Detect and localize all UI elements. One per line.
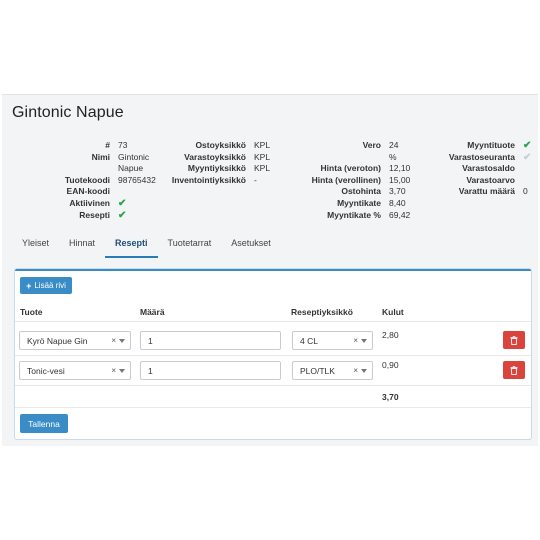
amount-input[interactable]: 1 xyxy=(140,361,281,380)
info-label: Myyntikate % xyxy=(327,209,381,220)
tab-asetukset[interactable]: Asetukset xyxy=(221,234,281,258)
product-select-value: Tonic-vesi xyxy=(27,365,65,376)
info-label: Ostoyksikkö xyxy=(195,140,246,150)
trash-icon xyxy=(510,365,518,375)
info-label: Resepti xyxy=(79,209,110,220)
chevron-down-icon[interactable] xyxy=(119,369,125,373)
clear-icon[interactable]: × xyxy=(111,336,116,345)
product-select[interactable]: Tonic-vesi × xyxy=(19,361,131,380)
info-value: Gintonic xyxy=(118,151,150,162)
clear-icon[interactable]: × xyxy=(353,366,358,375)
tab-hinnat[interactable]: Hinnat xyxy=(59,234,105,258)
info-label: Varattu määrä xyxy=(458,186,515,197)
add-row-label: Lisää rivi xyxy=(34,281,66,290)
info-label xyxy=(300,152,381,164)
info-label: Varastoseuranta xyxy=(448,151,515,162)
header-unit: Reseptiyksikkö xyxy=(291,307,353,317)
clear-icon[interactable]: × xyxy=(111,366,116,375)
info-label: Varastosaldo xyxy=(462,163,515,174)
info-label: Myyntituote xyxy=(467,140,515,150)
info-label: Tuotekoodi xyxy=(64,174,110,185)
header-amount: Määrä xyxy=(140,307,165,317)
info-value: 73 xyxy=(118,140,128,150)
check-icon: ✔ xyxy=(118,197,127,209)
info-label: # xyxy=(105,140,110,150)
check-icon: ✔ xyxy=(118,209,127,221)
chevron-down-icon[interactable] xyxy=(361,369,367,373)
tab-yleiset[interactable]: Yleiset xyxy=(12,234,59,258)
chevron-down-icon[interactable] xyxy=(119,339,125,343)
info-column-1: #73 Nimi Gintonic Napue Tuotekoodi 9876543… xyxy=(0,140,160,221)
delete-row-button[interactable] xyxy=(503,331,525,349)
info-value: KPL xyxy=(254,140,271,150)
delete-row-button[interactable] xyxy=(503,361,525,379)
info-label: Inventointiyksikkö xyxy=(171,174,246,185)
product-select-value: Kyrö Napue Gin xyxy=(27,335,88,346)
row-divider xyxy=(15,355,531,356)
tab-resepti[interactable]: Resepti xyxy=(105,234,158,258)
chevron-down-icon[interactable] xyxy=(361,339,367,343)
unit-select[interactable]: 4 CL × xyxy=(292,331,373,350)
info-label: Myyntiyksikkö xyxy=(187,163,246,174)
header-cost: Kulut xyxy=(382,307,404,317)
info-value: - xyxy=(254,174,257,185)
info-value: Napue xyxy=(118,163,144,174)
total-cost: 3,70 xyxy=(382,392,399,402)
recipe-card: + Lisää rivi Tuote Määrä Reseptiyksikkö … xyxy=(14,268,532,440)
page-title: Gintonic Napue xyxy=(12,104,124,121)
row-cost: 0,90 xyxy=(382,360,399,370)
info-value xyxy=(515,163,535,175)
info-value: 69,42 xyxy=(389,209,411,220)
tab-bar: Yleiset Hinnat Resepti Tuotetarrat Asetu… xyxy=(12,234,281,258)
info-label: Vero xyxy=(362,140,381,150)
info-column-4: Myyntituote ✔ Varastoseuranta ✔ Varastosal… xyxy=(420,140,535,198)
info-label xyxy=(0,163,110,175)
info-value: 98765432 xyxy=(118,174,156,185)
info-value: KPL xyxy=(254,151,271,162)
info-value: KPL xyxy=(254,163,271,174)
check-icon: ✔ xyxy=(523,140,532,151)
info-label: Hinta (veroton) xyxy=(320,163,381,174)
tab-tuotetarrat[interactable]: Tuotetarrat xyxy=(158,234,222,258)
check-icon: ✔ xyxy=(523,151,532,163)
info-value: 8,40 xyxy=(389,197,406,208)
unit-select[interactable]: PLO/TLK × xyxy=(292,361,373,380)
card-accent-bar xyxy=(15,269,531,271)
info-value xyxy=(110,186,160,198)
amount-input[interactable]: 1 xyxy=(140,331,281,350)
info-label: EAN-koodi xyxy=(66,186,110,197)
info-label: Varastoarvo xyxy=(466,174,515,185)
row-cost: 2,80 xyxy=(382,330,399,340)
info-value xyxy=(515,175,535,187)
info-label: Hinta (verollinen) xyxy=(311,174,381,185)
info-column-2: Ostoyksikkö KPL Varastoyksikkö KPL Myyntiy… xyxy=(160,140,286,186)
product-select[interactable]: Kyrö Napue Gin × xyxy=(19,331,131,350)
header-product: Tuote xyxy=(20,307,43,317)
trash-icon xyxy=(510,335,518,345)
header-divider xyxy=(15,321,531,322)
info-label: Aktiivinen xyxy=(69,197,110,208)
unit-select-value: PLO/TLK xyxy=(300,365,335,376)
save-button[interactable]: Tallenna xyxy=(20,414,68,433)
info-label: Ostohinta xyxy=(341,186,381,197)
clear-icon[interactable]: × xyxy=(353,336,358,345)
info-label: Varastoyksikkö xyxy=(184,151,246,162)
plus-icon: + xyxy=(26,280,32,291)
total-divider xyxy=(15,407,531,408)
info-column-3: Vero 24 % Hinta (veroton) 12,10 Hinta (ver… xyxy=(300,140,431,221)
info-label: Nimi xyxy=(91,151,110,162)
unit-select-value: 4 CL xyxy=(300,335,318,346)
add-row-button[interactable]: + Lisää rivi xyxy=(20,277,72,294)
row-divider xyxy=(15,385,531,386)
info-label: Myyntikate xyxy=(337,197,381,208)
info-value: 0 xyxy=(523,186,528,197)
